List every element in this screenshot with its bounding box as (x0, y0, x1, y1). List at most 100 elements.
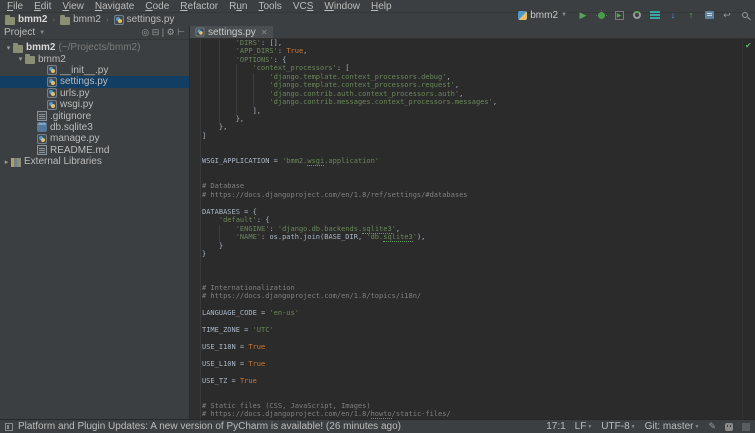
code-line[interactable] (202, 393, 741, 401)
menu-code[interactable]: Code (145, 1, 169, 12)
code-line[interactable] (202, 267, 741, 275)
tree-item-db-sqlite3[interactable]: db.sqlite3 (0, 122, 189, 133)
menu-file[interactable]: File (7, 1, 23, 12)
code-line[interactable] (202, 174, 741, 182)
code-line[interactable] (202, 351, 741, 359)
tree-expanded-icon[interactable]: ▾ (4, 44, 13, 52)
code-line[interactable] (202, 368, 741, 376)
readonly-toggle-icon[interactable]: ✎ (708, 421, 716, 432)
scroll-from-source-icon[interactable]: ◎ (141, 27, 151, 37)
code-line[interactable]: } (202, 242, 741, 250)
code-line[interactable] (202, 140, 741, 148)
menu-help[interactable]: Help (371, 1, 392, 12)
line-separator-widget[interactable]: LF ▼ (575, 421, 593, 432)
breadcrumb-settings-py[interactable]: settings.py (113, 14, 174, 25)
code-line[interactable]: 'django.template.context_processors.requ… (202, 81, 741, 89)
code-line[interactable]: TIME_ZONE = 'UTC' (202, 326, 741, 334)
code-line[interactable]: 'context_processors': [ (202, 64, 741, 72)
code-line[interactable] (202, 258, 741, 266)
menu-run[interactable]: Run (229, 1, 247, 12)
code-line[interactable]: 'NAME': os.path.join(BASE_DIR, 'db.sqlit… (202, 233, 741, 243)
code-line[interactable]: 'DIRS': [], (202, 39, 741, 47)
code-line[interactable]: # https://docs.djangoproject.com/en/1.8/… (202, 191, 741, 199)
collapse-all-icon[interactable]: ⊟ (152, 27, 162, 37)
status-message[interactable]: Platform and Plugin Updates: A new versi… (18, 421, 401, 432)
code-line[interactable]: # https://docs.djangoproject.com/en/1.8/… (202, 292, 741, 300)
run-icon[interactable]: ▶ (577, 9, 589, 21)
menu-navigate[interactable]: Navigate (95, 1, 134, 12)
code-line[interactable]: 'django.template.context_processors.debu… (202, 73, 741, 81)
tree-item-wsgi-py[interactable]: wsgi.py (0, 99, 189, 110)
code-line[interactable]: }, (202, 123, 741, 131)
code-line[interactable] (202, 301, 741, 309)
tree-item--gitignore[interactable]: .gitignore (0, 110, 189, 122)
toolwindow-switcher-icon[interactable] (5, 422, 13, 431)
hide-panel-icon[interactable]: ⊢ (177, 27, 185, 37)
search-everywhere-icon[interactable] (739, 9, 751, 21)
git-branch-widget[interactable]: Git: master ▼ (645, 421, 700, 432)
run-with-coverage-icon[interactable]: ▶ (613, 9, 625, 21)
code-line[interactable] (202, 385, 741, 393)
vcs-dialog-icon[interactable] (703, 9, 715, 21)
tree-item-settings-py[interactable]: settings.py (0, 76, 189, 88)
menu-edit[interactable]: Edit (34, 1, 51, 12)
menu-vcs[interactable]: VCS (293, 1, 314, 12)
code-line[interactable]: ] (202, 132, 741, 140)
code-line[interactable]: # Database (202, 182, 741, 190)
code-line[interactable] (202, 317, 741, 325)
tree-item-manage-py[interactable]: manage.py (0, 133, 189, 144)
tree-expanded-icon[interactable]: ▾ (16, 55, 25, 63)
code-line[interactable]: WSGI_APPLICATION = 'bmm2.wsgi.applicatio… (202, 157, 741, 167)
run-configuration-selector[interactable]: bmm2 ▼ (518, 10, 567, 21)
tree-item-urls-py[interactable]: urls.py (0, 88, 189, 99)
memory-indicator-icon[interactable] (742, 422, 750, 431)
highlighting-level-icon[interactable] (725, 422, 733, 431)
code-line[interactable]: }, (202, 115, 741, 123)
menu-tools[interactable]: Tools (258, 1, 281, 12)
code-line[interactable]: # https://docs.djangoproject.com/en/1.8/… (202, 410, 741, 419)
breadcrumb-bmm2[interactable]: bmm2 (60, 14, 101, 25)
breadcrumb-bmm2[interactable]: bmm2 (5, 14, 47, 25)
code-line[interactable]: 'OPTIONS': { (202, 56, 741, 64)
code-line[interactable]: # Internationalization (202, 284, 741, 292)
code-line[interactable]: USE_TZ = True (202, 377, 741, 385)
tree-item-bmm2[interactable]: ▾ bmm2 (0, 53, 189, 65)
code-line[interactable]: 'default': { (202, 216, 741, 224)
tree-item-external-libraries[interactable]: ▸ External Libraries (0, 156, 189, 167)
tab-settings-py[interactable]: settings.py ✕ (190, 26, 273, 38)
code-line[interactable] (202, 275, 741, 283)
code-line[interactable]: LANGUAGE_CODE = 'en-us' (202, 309, 741, 317)
tree-item-readme-md[interactable]: README.md (0, 145, 189, 156)
console-icon[interactable] (649, 9, 661, 21)
code-line[interactable]: ], (202, 107, 741, 115)
close-icon[interactable]: ✕ (261, 28, 268, 37)
vcs-commit-icon[interactable]: ↑ (685, 9, 697, 21)
profiler-icon[interactable] (631, 9, 643, 21)
code-line[interactable] (202, 149, 741, 157)
menu-view[interactable]: View (62, 1, 84, 12)
code-line[interactable]: DATABASES = { (202, 208, 741, 216)
encoding-widget[interactable]: UTF-8 ▼ (601, 421, 635, 432)
code-line[interactable]: 'ENGINE': 'django.db.backends.sqlite3', (202, 224, 741, 234)
tree-item-__init__-py[interactable]: __init__.py (0, 65, 189, 76)
code-line[interactable]: 'django.contrib.messages.context_process… (202, 98, 741, 106)
code-line[interactable] (202, 199, 741, 207)
undo-icon[interactable]: ↩ (721, 9, 733, 21)
code-line[interactable]: 'APP_DIRS': True, (202, 47, 741, 55)
debug-icon[interactable] (595, 9, 607, 21)
code-line[interactable] (202, 334, 741, 342)
menu-refactor[interactable]: Refactor (180, 1, 218, 12)
code-line[interactable] (202, 166, 741, 174)
tree-collapsed-icon[interactable]: ▸ (2, 158, 11, 166)
caret-position-widget[interactable]: 17:1 (546, 421, 565, 432)
code-line[interactable]: USE_L10N = True (202, 360, 741, 368)
code-line[interactable]: } (202, 250, 741, 258)
tree-item-bmm2[interactable]: ▾ bmm2 (~/Projects/bmm2) (0, 42, 189, 53)
code-line[interactable]: USE_I18N = True (202, 343, 741, 351)
menu-window[interactable]: Window (324, 1, 360, 12)
chevron-down-icon[interactable]: ▼ (39, 30, 45, 36)
settings-gear-icon[interactable]: ⚙ (167, 27, 178, 37)
code-area[interactable]: 'DIRS': [], 'APP_DIRS': True, 'OPTIONS':… (190, 39, 755, 419)
code-line[interactable]: 'django.contrib.auth.context_processors.… (202, 90, 741, 98)
vcs-update-icon[interactable]: ↓ (667, 9, 679, 21)
